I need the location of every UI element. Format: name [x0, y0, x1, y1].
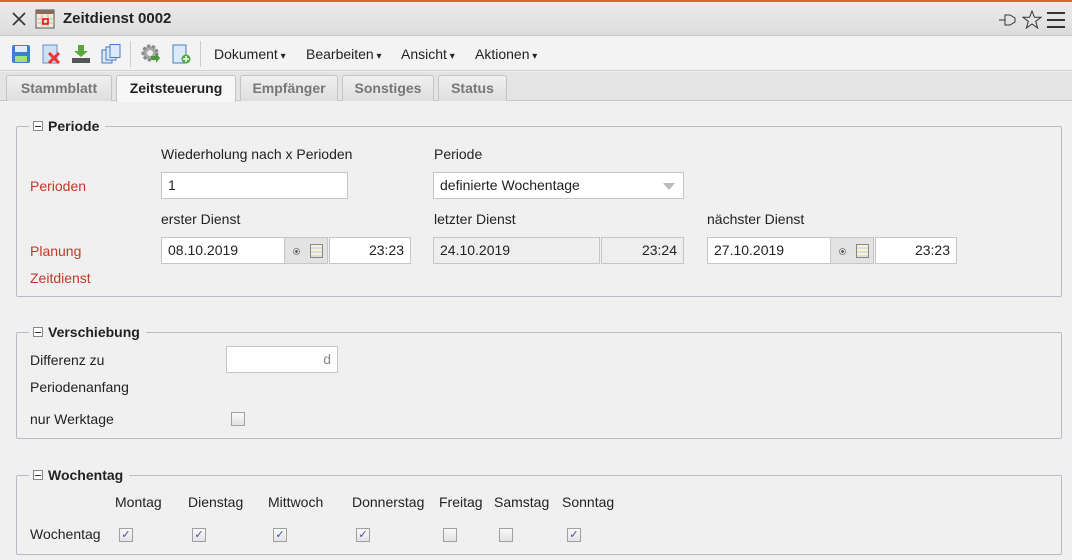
chevron-down-icon[interactable] — [663, 183, 675, 190]
wochentag-section: Wochentag — [16, 467, 1062, 555]
section-title: Periode — [48, 118, 100, 134]
hamburger-menu-icon[interactable] — [1046, 11, 1066, 29]
naechster-dienst-date[interactable]: 27.10.2019 — [707, 237, 831, 264]
zeitdienst-label: Zeitdienst — [30, 270, 91, 286]
day-checkbox-freitag[interactable] — [443, 528, 457, 542]
radio-icon — [839, 248, 846, 255]
erster-dienst-date[interactable]: 08.10.2019 — [161, 237, 285, 264]
wiederholung-label: Wiederholung nach x Perioden — [161, 146, 353, 162]
day-checkbox-montag[interactable] — [119, 528, 133, 542]
window-title: Zeitdienst 0002 — [63, 10, 172, 27]
day-checkbox-sonntag[interactable] — [567, 528, 581, 542]
planung-label: Planung — [30, 243, 82, 259]
menu-aktionen[interactable]: Aktionen — [475, 46, 537, 62]
copy-icon[interactable] — [101, 44, 121, 64]
tab-status[interactable]: Status — [438, 75, 507, 101]
day-label-mittwoch: Mittwoch — [268, 494, 324, 510]
naechster-dienst-label: nächster Dienst — [707, 211, 805, 227]
day-checkbox-mittwoch[interactable] — [273, 528, 287, 542]
perioden-label: Perioden — [30, 178, 87, 194]
periode-select[interactable]: definierte Wochentage — [433, 172, 684, 199]
day-checkbox-samstag[interactable] — [499, 528, 513, 542]
letzter-dienst-time: 23:24 — [601, 237, 684, 264]
erster-dienst-picker[interactable] — [284, 237, 328, 264]
naechster-dienst-picker[interactable] — [830, 237, 874, 264]
wochentag-row-label: Wochentag — [30, 526, 101, 542]
day-label-donnerstag: Donnerstag — [352, 494, 425, 510]
periode-select-value: definierte Wochentage — [440, 177, 580, 193]
wiederholung-input[interactable]: 1 — [161, 172, 348, 199]
letzter-dienst-label: letzter Dienst — [434, 211, 516, 227]
erster-dienst-time[interactable]: 23:23 — [329, 237, 411, 264]
toolbar: Dokument Bearbeiten Ansicht Aktionen — [0, 37, 1072, 71]
werktage-label: nur Werktage — [30, 411, 114, 427]
day-label-samstag: Samstag — [494, 494, 550, 510]
day-checkbox-donnerstag[interactable] — [356, 528, 370, 542]
radio-icon — [293, 248, 300, 255]
differenz-label: Differenz zu — [30, 352, 105, 368]
section-title: Verschiebung — [48, 324, 140, 340]
save-icon[interactable] — [11, 44, 31, 64]
tab-empfaenger[interactable]: Empfänger — [240, 75, 338, 101]
gear-run-icon[interactable] — [141, 44, 161, 64]
differenz-label-2: Periodenanfang — [30, 379, 129, 395]
day-label-dienstag: Dienstag — [188, 494, 244, 510]
periode-label: Periode — [434, 146, 483, 162]
day-label-sonntag: Sonntag — [562, 494, 615, 510]
collapse-icon[interactable] — [33, 121, 43, 131]
letzter-dienst-date: 24.10.2019 — [433, 237, 600, 264]
naechster-dienst-time[interactable]: 23:23 — [875, 237, 957, 264]
star-icon[interactable] — [1022, 10, 1042, 30]
delete-document-icon[interactable] — [41, 44, 61, 64]
tab-sonstiges[interactable]: Sonstiges — [342, 75, 434, 101]
verschiebung-legend: Verschiebung — [29, 324, 146, 340]
calendar-icon[interactable] — [310, 244, 323, 258]
new-document-icon[interactable] — [171, 44, 191, 64]
differenz-input[interactable]: d — [226, 346, 338, 373]
download-icon[interactable] — [71, 44, 91, 64]
pin-icon[interactable] — [998, 11, 1018, 29]
section-title: Wochentag — [48, 467, 124, 483]
periode-legend: Periode — [29, 118, 106, 134]
tab-zeitsteuerung[interactable]: Zeitsteuerung — [116, 75, 236, 102]
close-icon[interactable] — [11, 11, 27, 27]
calendar-icon — [35, 9, 55, 29]
title-bar: Zeitdienst 0002 — [0, 2, 1072, 36]
tab-stammblatt[interactable]: Stammblatt — [6, 75, 112, 101]
menu-dokument[interactable]: Dokument — [214, 46, 286, 62]
day-label-montag: Montag — [115, 494, 162, 510]
day-label-freitag: Freitag — [439, 494, 483, 510]
collapse-icon[interactable] — [33, 470, 43, 480]
toolbar-separator — [130, 41, 131, 67]
werktage-checkbox[interactable] — [231, 412, 245, 426]
toolbar-separator — [200, 41, 201, 67]
calendar-icon[interactable] — [856, 244, 869, 258]
collapse-icon[interactable] — [33, 327, 43, 337]
wochentag-legend: Wochentag — [29, 467, 130, 483]
menu-ansicht[interactable]: Ansicht — [401, 46, 455, 62]
day-checkbox-dienstag[interactable] — [192, 528, 206, 542]
menu-bearbeiten[interactable]: Bearbeiten — [306, 46, 382, 62]
verschiebung-section: Verschiebung — [16, 324, 1062, 439]
tab-bar: Stammblatt Zeitsteuerung Empfänger Sonst… — [0, 72, 1072, 102]
erster-dienst-label: erster Dienst — [161, 211, 241, 227]
